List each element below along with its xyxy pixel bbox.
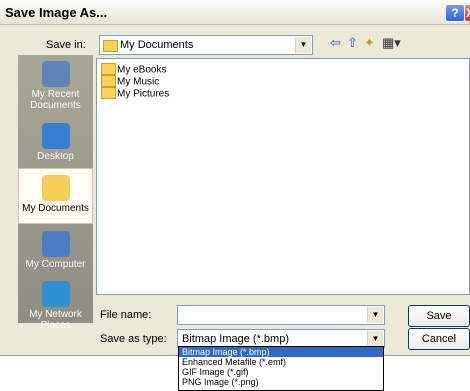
save-as-type-value: Bitmap Image (*.bmp) (182, 333, 289, 345)
place-label: My Recent Documents (30, 89, 81, 111)
desktop-icon (41, 123, 70, 149)
chevron-down-icon[interactable]: ▼ (367, 331, 383, 346)
list-item-label: My Pictures (117, 88, 170, 100)
folder-icon (103, 40, 118, 52)
up-folder-icon[interactable]: ⇧ (347, 35, 358, 51)
save-image-dialog: Save Image As... ? X Save in: My Documen… (0, 0, 470, 356)
place-desktop[interactable]: Desktop (18, 117, 93, 165)
file-name-label: File name: (100, 309, 152, 321)
recent-documents-icon (41, 61, 70, 87)
place-my-network-places[interactable]: My Network Places (18, 275, 93, 331)
list-item[interactable]: My Pictures (101, 87, 170, 100)
pictures-folder-icon (101, 87, 116, 99)
place-my-recent-documents[interactable]: My Recent Documents (18, 55, 93, 117)
new-folder-icon[interactable]: ✦ (364, 35, 375, 51)
type-option[interactable]: Bitmap Image (*.bmp) (179, 347, 383, 357)
place-my-documents[interactable]: My Documents (18, 168, 93, 224)
place-label: My Network Places (29, 309, 82, 331)
list-item-label: My Music (117, 76, 160, 88)
my-documents-icon (41, 175, 70, 201)
views-menu-icon[interactable]: ▦▾ (382, 35, 401, 51)
save-button[interactable]: Save (408, 305, 470, 327)
place-label: My Computer (25, 259, 86, 270)
title-bar: Save Image As... ? X (0, 0, 470, 25)
place-my-computer[interactable]: My Computer (18, 225, 93, 273)
my-computer-icon (41, 231, 70, 257)
help-button[interactable]: ? (445, 4, 465, 22)
places-bar: My Recent Documents Desktop My Documents… (18, 55, 93, 331)
file-list[interactable]: My eBooks My Music My Pictures (96, 58, 470, 295)
back-icon[interactable]: ⇦ (330, 35, 341, 51)
save-as-type-dropdown[interactable]: Bitmap Image (*.bmp) Enhanced Metafile (… (178, 346, 384, 391)
chevron-down-icon[interactable]: ▼ (295, 37, 311, 53)
file-name-field[interactable]: ▼ (177, 305, 385, 325)
type-option[interactable]: PNG Image (*.png) (179, 377, 383, 387)
chevron-down-icon[interactable]: ▼ (367, 307, 383, 323)
network-places-icon (41, 281, 70, 307)
dialog-title: Save Image As... (5, 5, 108, 20)
save-in-label: Save in: (46, 39, 86, 51)
list-item-label: My eBooks (117, 64, 167, 76)
save-in-combo[interactable]: My Documents ▼ (99, 35, 313, 55)
close-button[interactable]: X (464, 4, 470, 22)
save-as-type-label: Save as type: (100, 333, 167, 345)
music-folder-icon (101, 75, 116, 87)
folder-icon (101, 63, 116, 75)
type-option[interactable]: GIF Image (*.gif) (179, 367, 383, 377)
save-in-value: My Documents (120, 39, 194, 51)
place-label: My Documents (22, 203, 89, 214)
type-option[interactable]: Enhanced Metafile (*.emf) (179, 357, 383, 367)
place-label: Desktop (37, 151, 74, 162)
cancel-button[interactable]: Cancel (408, 328, 470, 350)
